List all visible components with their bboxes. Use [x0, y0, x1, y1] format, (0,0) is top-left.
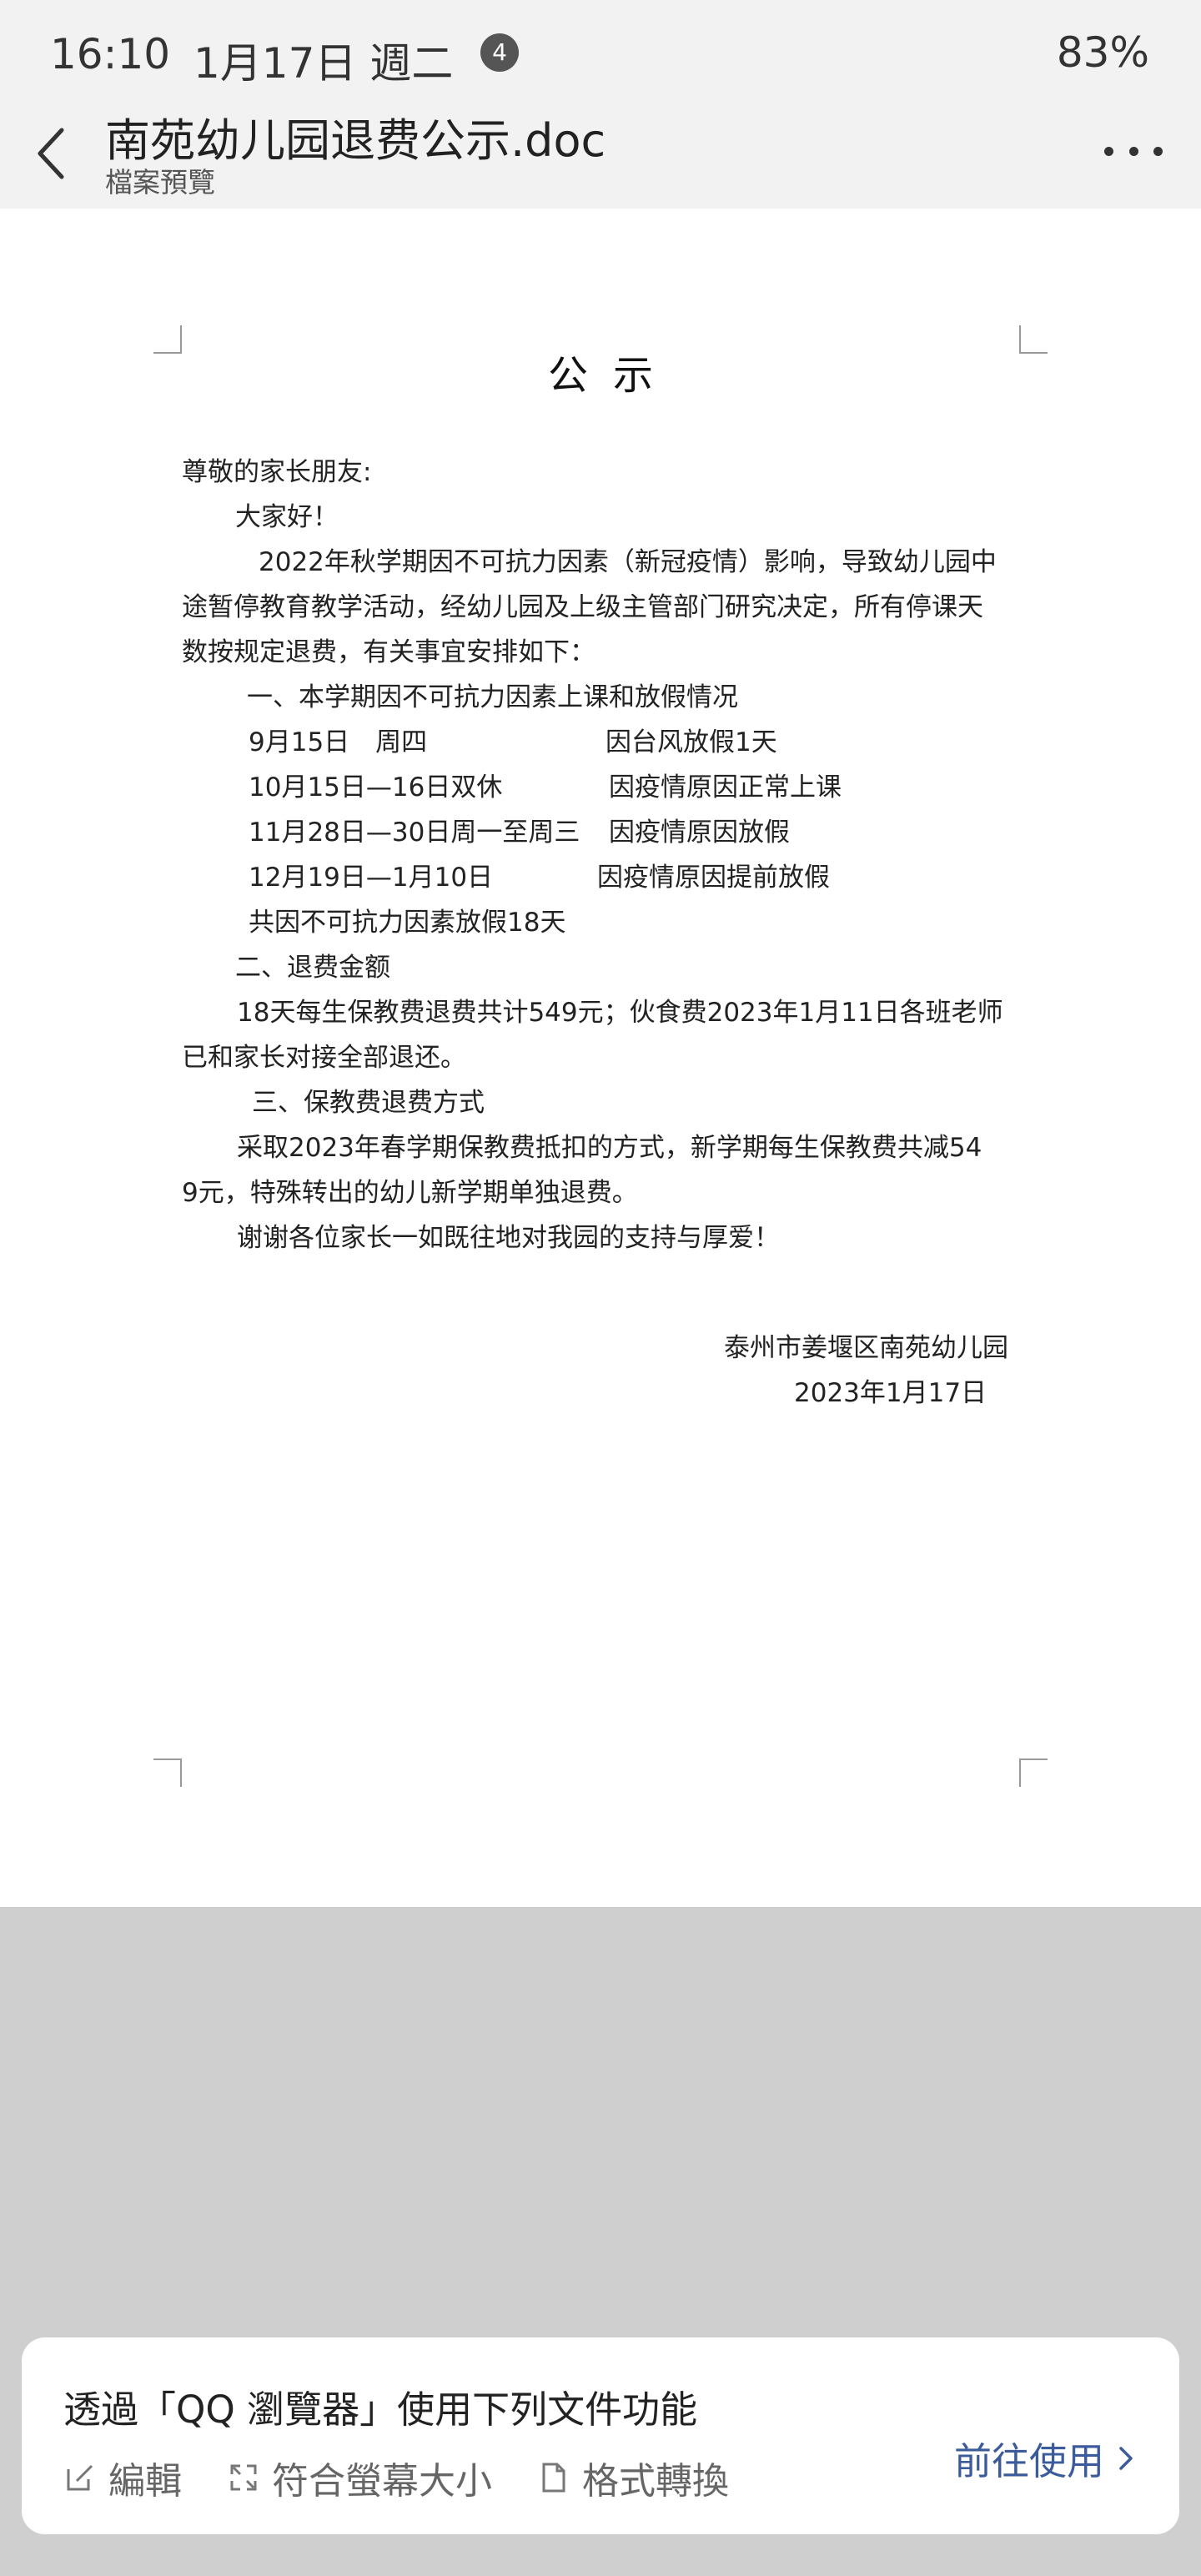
back-button[interactable] [33, 118, 70, 189]
edit-option[interactable]: 編輯 [63, 2451, 182, 2504]
file-subtitle: 檔案預覽 [105, 166, 215, 199]
format-convert-option-label: 格式轉換 [582, 2460, 729, 2503]
battery-level: 83% [1056, 28, 1149, 77]
chevron-left-icon [38, 128, 64, 179]
notification-badge: 4 [480, 33, 519, 72]
fit-screen-icon [230, 2464, 257, 2491]
edit-icon [67, 2464, 93, 2491]
intro-line: 途暂停教育教学活动，经幼儿园及上级主管部门研究决定，所有停课天 [182, 592, 983, 622]
fit-screen-option[interactable]: 符合螢幕大小 [227, 2451, 492, 2504]
more-dot-icon [1128, 146, 1138, 156]
edit-option-label: 編輯 [108, 2460, 182, 2503]
page-corner-mark [153, 1758, 182, 1787]
document-preview[interactable]: 公示 尊敬的家长朋友: 大家好！ 2022年秋学期因不可抗力因素（新冠疫情）影响… [0, 209, 1201, 1907]
go-use-label: 前往使用 [953, 2439, 1104, 2483]
section2-line: 18天每生保教费退费共计549元；伙食费2023年1月11日各班老师 [237, 998, 1003, 1028]
go-use-button[interactable]: 前往使用 [954, 2431, 1134, 2485]
chevron-right-icon [1119, 2446, 1133, 2470]
more-dot-icon [1153, 146, 1163, 156]
status-date: 1月17日 週二 [193, 39, 454, 88]
page-corner-mark [1019, 1758, 1048, 1787]
document-icon [542, 2463, 565, 2493]
document-title: 公示 [547, 352, 678, 399]
card-title: 透過「QQ 瀏覽器」使用下列文件功能 [63, 2387, 698, 2432]
section2-line: 已和家长对接全部退还。 [182, 1043, 466, 1073]
greeting: 大家好！ [235, 502, 339, 532]
schedule-date: 10月15日—16日双休 [249, 772, 503, 802]
schedule-reason: 因疫情原因放假 [609, 818, 790, 848]
format-convert-option[interactable]: 格式轉換 [537, 2451, 729, 2504]
schedule-date: 12月19日—1月10日 [249, 863, 494, 893]
fit-screen-option-label: 符合螢幕大小 [272, 2460, 492, 2503]
more-dot-icon [1104, 146, 1113, 156]
more-options-button[interactable] [1104, 130, 1163, 172]
app-header: 南苑幼儿园退费公示.doc 檔案預覽 [0, 100, 1201, 209]
qq-browser-feature-card: 透過「QQ 瀏覽器」使用下列文件功能 編輯 符合螢幕大小 格式轉換 前往使用 [22, 2337, 1179, 2534]
section2-heading: 二、退费金额 [235, 953, 390, 983]
schedule-date: 9月15日 周四 [249, 727, 428, 757]
schedule-reason: 因疫情原因提前放假 [597, 863, 830, 893]
intro-line: 2022年秋学期因不可抗力因素（新冠疫情）影响，导致幼儿园中 [259, 547, 997, 577]
section3-line: 采取2023年春学期保教费抵扣的方式，新学期每生保教费共减54 [237, 1133, 982, 1163]
section3-line: 9元，特殊转出的幼儿新学期单独退费。 [182, 1178, 638, 1208]
section3-heading: 三、保教费退费方式 [252, 1088, 485, 1118]
intro-line: 数按规定退费，有关事宜安排如下： [182, 637, 595, 667]
status-time: 16:10 [50, 30, 171, 78]
schedule-reason: 因台风放假1天 [606, 727, 777, 757]
thanks-line: 谢谢各位家长一如既往地对我园的支持与厚爱！ [237, 1223, 780, 1253]
signature: 泰州市姜堰区南苑幼儿园 [724, 1333, 1008, 1363]
section1-total: 共因不可抗力因素放假18天 [249, 908, 566, 938]
section1-heading: 一、本学期因不可抗力因素上课和放假情况 [247, 682, 738, 712]
schedule-reason: 因疫情原因正常上课 [609, 772, 842, 802]
signature-date: 2023年1月17日 [794, 1378, 987, 1408]
salutation: 尊敬的家长朋友: [182, 457, 372, 487]
schedule-date: 11月28日—30日周一至周三 [249, 818, 580, 848]
status-bar: 16:10 1月17日 週二 4 83% [0, 0, 1201, 100]
